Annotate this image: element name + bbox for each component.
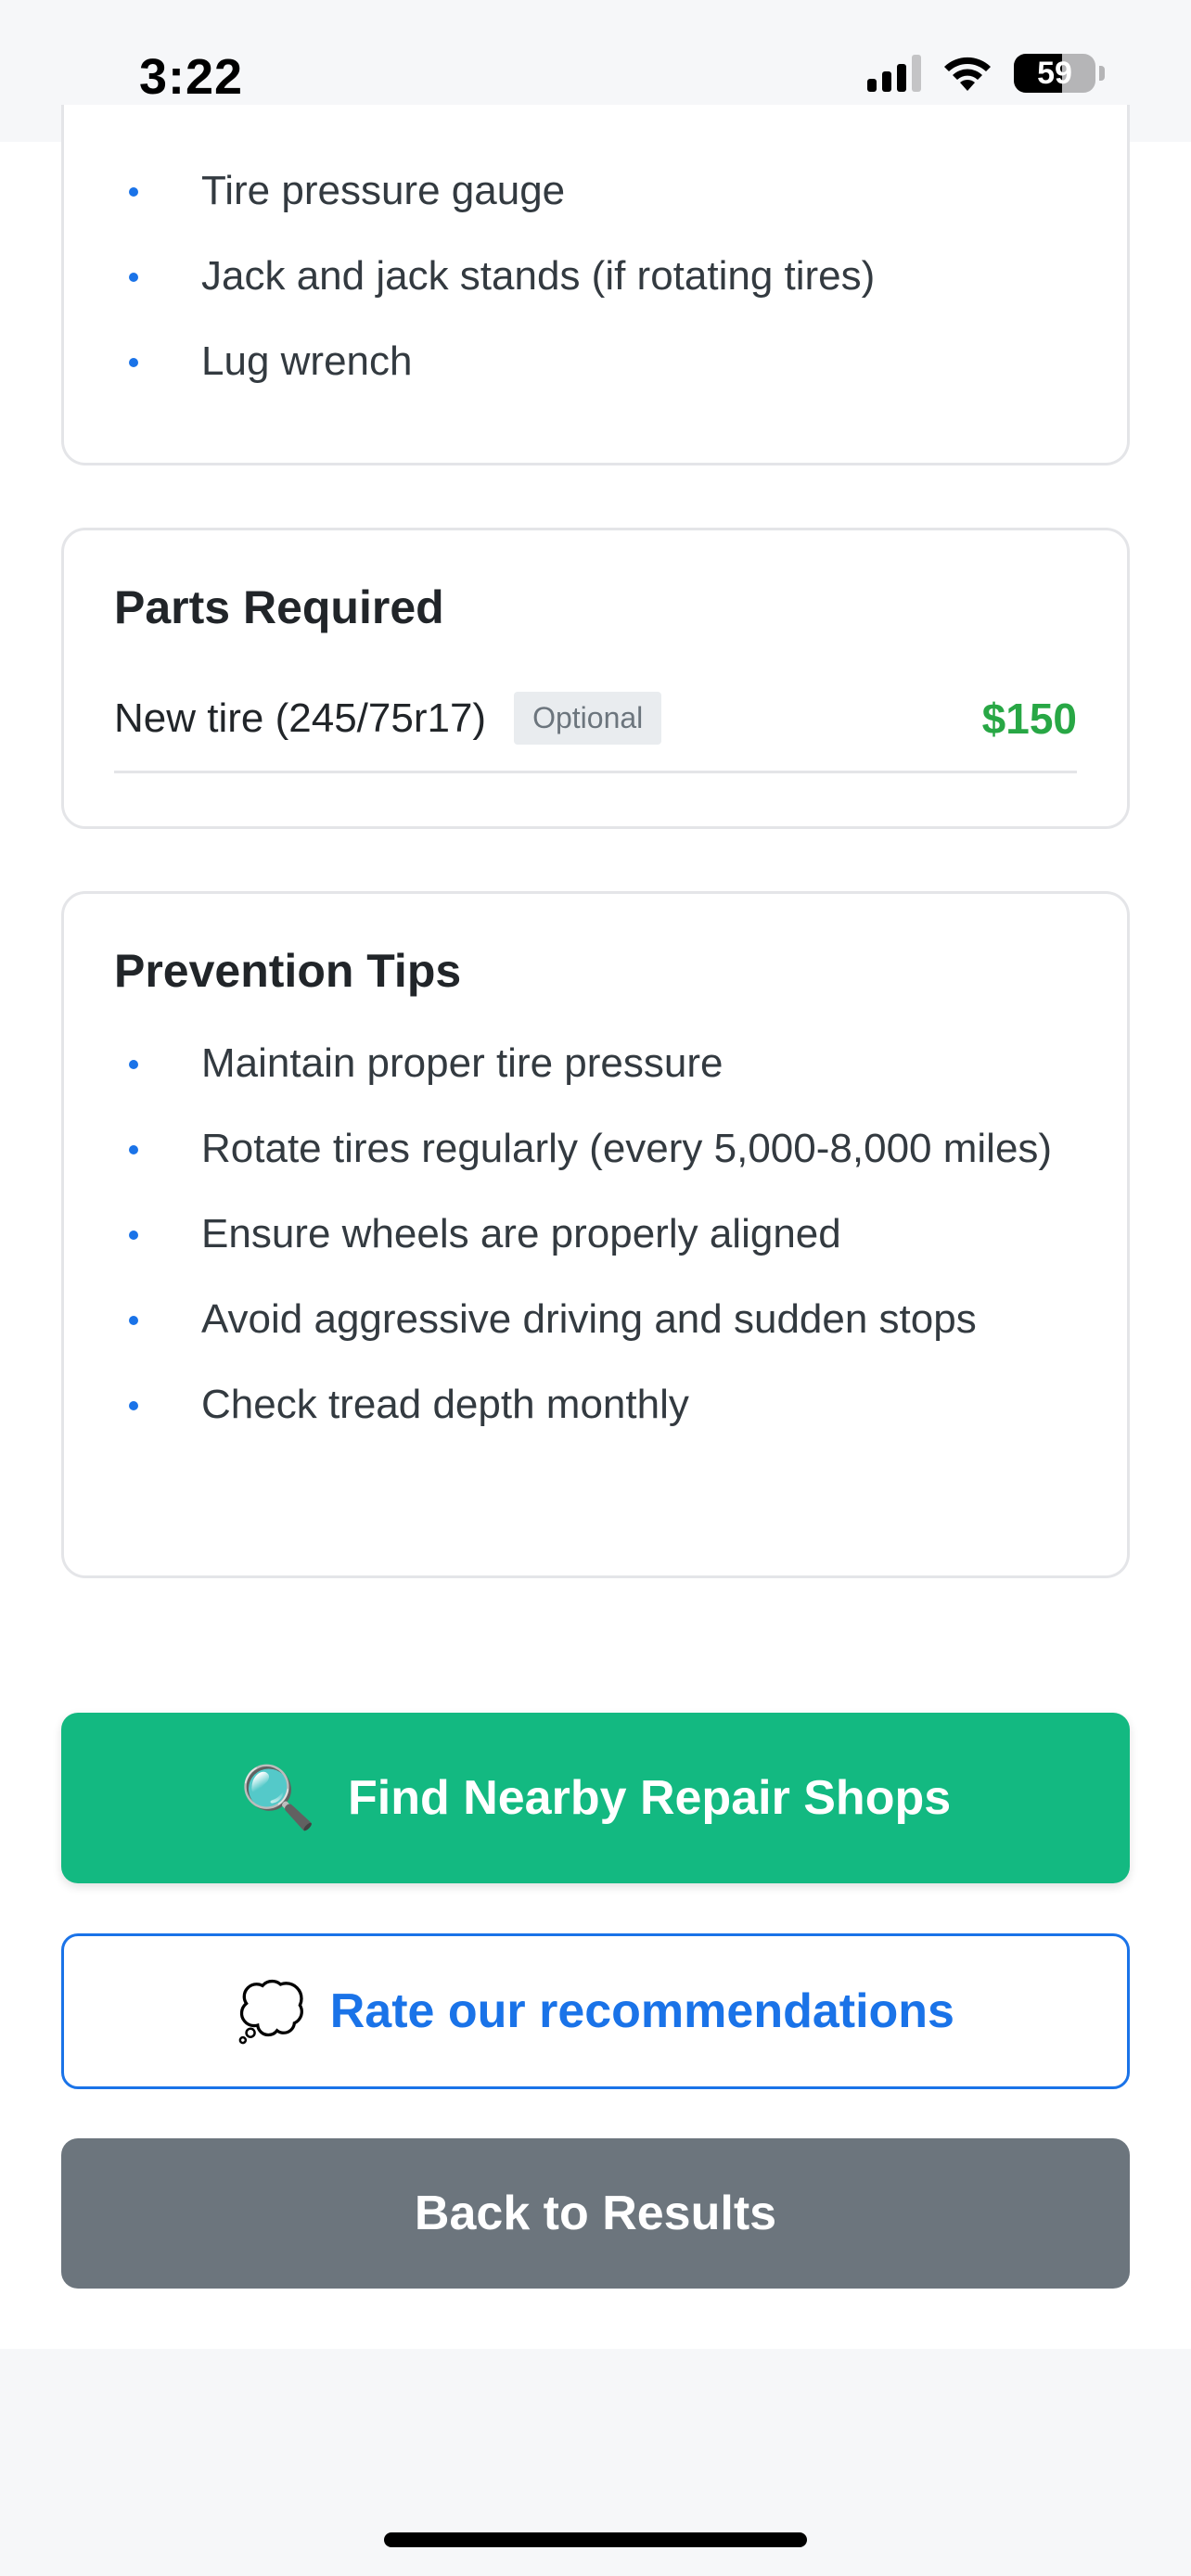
list-item-text: Jack and jack stands (if rotating tires) [201, 253, 876, 299]
parts-required-card: Parts Required New tire (245/75r17) Opti… [61, 528, 1130, 829]
parts-title: Parts Required [114, 581, 444, 633]
find-shops-label: Find Nearby Repair Shops [348, 1771, 952, 1825]
list-item: Maintain proper tire pressure [129, 1033, 1090, 1094]
list-item: Tire pressure gauge [129, 160, 1090, 222]
content-area: Tire pressure gauge Jack and jack stands… [0, 105, 1191, 2349]
tools-list: Tire pressure gauge Jack and jack stands… [129, 160, 1090, 416]
part-row: New tire (245/75r17) Optional $150 [114, 690, 1077, 773]
bullet-icon [129, 1316, 138, 1325]
bullet-icon [129, 1060, 138, 1069]
status-time: 3:22 [139, 49, 244, 105]
bullet-icon [129, 1231, 138, 1240]
bullet-icon [129, 187, 138, 197]
optional-badge: Optional [514, 692, 662, 745]
list-item: Rotate tires regularly (every 5,000-8,00… [129, 1118, 1090, 1180]
list-item: Ensure wheels are properly aligned [129, 1204, 1090, 1265]
prevention-tips-card: Prevention Tips Maintain proper tire pre… [61, 891, 1130, 1578]
list-item-text: Lug wrench [201, 338, 413, 384]
list-item: Lug wrench [129, 331, 1090, 392]
bullet-icon [129, 1401, 138, 1410]
list-item-text: Check tread depth monthly [201, 1382, 689, 1427]
find-nearby-repair-shops-button[interactable]: 🔍 Find Nearby Repair Shops [61, 1713, 1130, 1883]
list-item: Avoid aggressive driving and sudden stop… [129, 1289, 1090, 1350]
magnifying-glass-icon: 🔍 [239, 1763, 317, 1831]
home-indicator[interactable] [384, 2532, 807, 2547]
list-item: Check tread depth monthly [129, 1374, 1090, 1435]
list-item-text: Maintain proper tire pressure [201, 1040, 724, 1086]
list-item: Jack and jack stands (if rotating tires) [129, 246, 1090, 307]
list-item-text: Rotate tires regularly (every 5,000-8,00… [201, 1126, 1053, 1171]
list-item-text: Tire pressure gauge [201, 168, 566, 213]
tips-list: Maintain proper tire pressure Rotate tir… [129, 1033, 1090, 1460]
part-name: New tire (245/75r17) [114, 695, 487, 741]
battery-icon: 59 [1014, 54, 1095, 93]
rate-recommendations-button[interactable]: 💭 Rate our recommendations [61, 1933, 1130, 2089]
bullet-icon [129, 1145, 138, 1154]
cellular-signal-icon [867, 55, 921, 92]
rate-label: Rate our recommendations [329, 1984, 954, 2038]
bullet-icon [129, 273, 138, 282]
thought-bubble-icon: 💭 [237, 1980, 306, 2043]
wifi-icon [944, 57, 991, 91]
battery-percent: 59 [1037, 55, 1072, 91]
part-price: $150 [981, 694, 1077, 743]
status-icons: 59 [867, 54, 1105, 93]
bullet-icon [129, 358, 138, 367]
list-item-text: Avoid aggressive driving and sudden stop… [201, 1296, 977, 1342]
tips-title: Prevention Tips [114, 945, 462, 997]
list-item-text: Ensure wheels are properly aligned [201, 1211, 841, 1256]
back-to-results-button[interactable]: Back to Results [61, 2138, 1130, 2289]
battery-tip [1099, 66, 1105, 81]
back-label: Back to Results [414, 2187, 777, 2240]
tools-needed-card: Tire pressure gauge Jack and jack stands… [61, 105, 1130, 465]
